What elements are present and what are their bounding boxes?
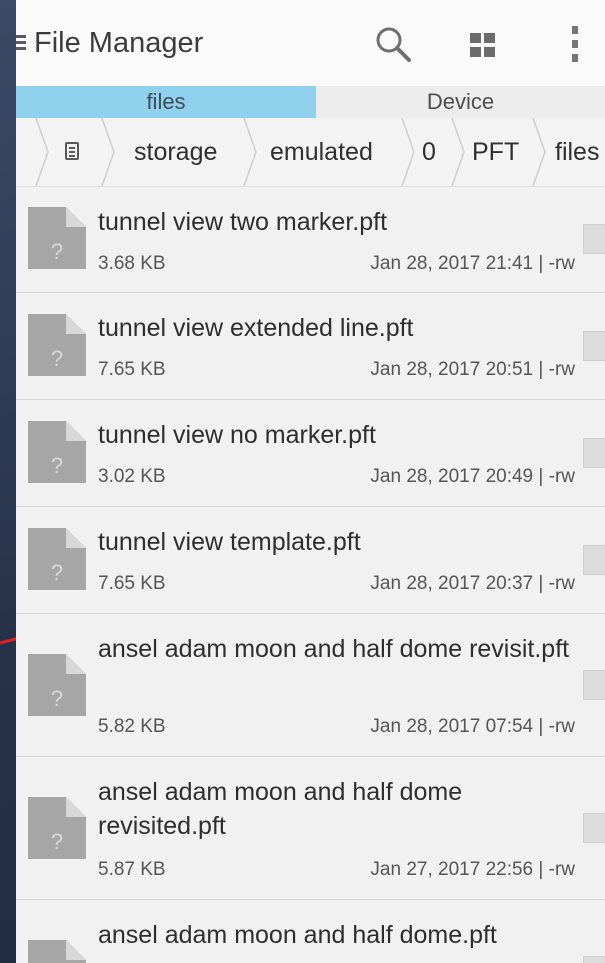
unknown-file-icon: ? (28, 314, 86, 376)
file-checkbox[interactable] (583, 670, 605, 700)
file-size: 5.87 KB (98, 859, 166, 880)
file-checkbox[interactable] (583, 956, 605, 963)
tab-device[interactable]: Device (316, 86, 605, 118)
file-row[interactable]: ? tunnel view no marker.pft 3.02 KB Jan … (16, 400, 605, 507)
file-size: 5.82 KB (98, 716, 166, 737)
unknown-file-icon: ? (28, 421, 86, 483)
unknown-file-icon: ? (28, 528, 86, 590)
svg-text:?: ? (51, 560, 63, 585)
unknown-file-icon: ? (28, 797, 86, 859)
unknown-file-icon: ? (28, 940, 86, 963)
breadcrumb-storage[interactable]: storage (134, 118, 217, 186)
storage-device-icon[interactable] (65, 142, 79, 160)
file-checkbox[interactable] (583, 545, 605, 575)
file-name: ansel adam moon and half dome.pft (98, 921, 497, 949)
file-name: tunnel view extended line.pft (98, 314, 414, 342)
file-size: 7.65 KB (98, 573, 166, 594)
svg-text:?: ? (51, 453, 63, 478)
breadcrumb-0[interactable]: 0 (422, 118, 436, 186)
file-name: ansel adam moon and half dome revisit.pf… (98, 635, 570, 663)
file-date-permissions: Jan 28, 2017 07:54 | -rw (370, 716, 575, 737)
file-name: tunnel view template.pft (98, 528, 361, 556)
svg-text:?: ? (51, 686, 63, 711)
unknown-file-icon: ? (28, 654, 86, 716)
file-date-permissions: Jan 28, 2017 20:51 | -rw (370, 359, 575, 380)
file-row[interactable]: ? tunnel view extended line.pft 7.65 KB … (16, 293, 605, 400)
file-size: 3.02 KB (98, 466, 166, 487)
breadcrumb-emulated[interactable]: emulated (270, 118, 373, 186)
breadcrumb: storage emulated 0 PFT files (16, 118, 605, 187)
file-row[interactable]: ? ansel adam moon and half dome revisite… (16, 757, 605, 900)
file-row[interactable]: ? tunnel view two marker.pft 3.68 KB Jan… (16, 187, 605, 293)
file-name: tunnel view two marker.pft (98, 208, 388, 236)
breadcrumb-pft[interactable]: PFT (472, 118, 519, 186)
file-checkbox[interactable] (583, 813, 605, 843)
file-checkbox[interactable] (583, 438, 605, 468)
file-row[interactable]: ? ansel adam moon and half dome revisit.… (16, 614, 605, 757)
tab-device-label: Device (426, 89, 495, 114)
app-bar: File Manager (16, 0, 605, 86)
tab-files-label: files (146, 89, 186, 114)
file-row[interactable]: ? ansel adam moon and half dome.pft (16, 900, 605, 963)
file-name: tunnel view no marker.pft (98, 421, 376, 449)
file-name: ansel adam moon and half dome revisited.… (98, 778, 463, 840)
unknown-file-icon: ? (28, 207, 86, 269)
file-date-permissions: Jan 28, 2017 20:37 | -rw (370, 573, 575, 594)
grid-view-icon[interactable] (470, 33, 496, 59)
file-date-permissions: Jan 27, 2017 22:56 | -rw (370, 859, 575, 880)
file-date-permissions: Jan 28, 2017 21:41 | -rw (370, 253, 575, 274)
file-checkbox[interactable] (583, 331, 605, 361)
file-manager-app: File Manager files Device storage emulat… (16, 0, 605, 963)
tab-bar: files Device (16, 86, 605, 118)
app-title: File Manager (34, 27, 204, 59)
file-row[interactable]: ? tunnel view template.pft 7.65 KB Jan 2… (16, 507, 605, 614)
file-date-permissions: Jan 28, 2017 20:49 | -rw (370, 466, 575, 487)
search-icon[interactable] (373, 25, 413, 65)
file-size: 7.65 KB (98, 359, 166, 380)
menu-icon[interactable] (16, 35, 26, 51)
file-size: 3.68 KB (98, 253, 166, 274)
svg-text:?: ? (51, 829, 63, 854)
file-checkbox[interactable] (583, 224, 605, 254)
more-vert-icon[interactable] (570, 26, 580, 66)
breadcrumb-files[interactable]: files (555, 118, 599, 186)
svg-text:?: ? (51, 346, 63, 371)
svg-text:?: ? (51, 239, 63, 264)
tab-files[interactable]: files (16, 86, 316, 118)
